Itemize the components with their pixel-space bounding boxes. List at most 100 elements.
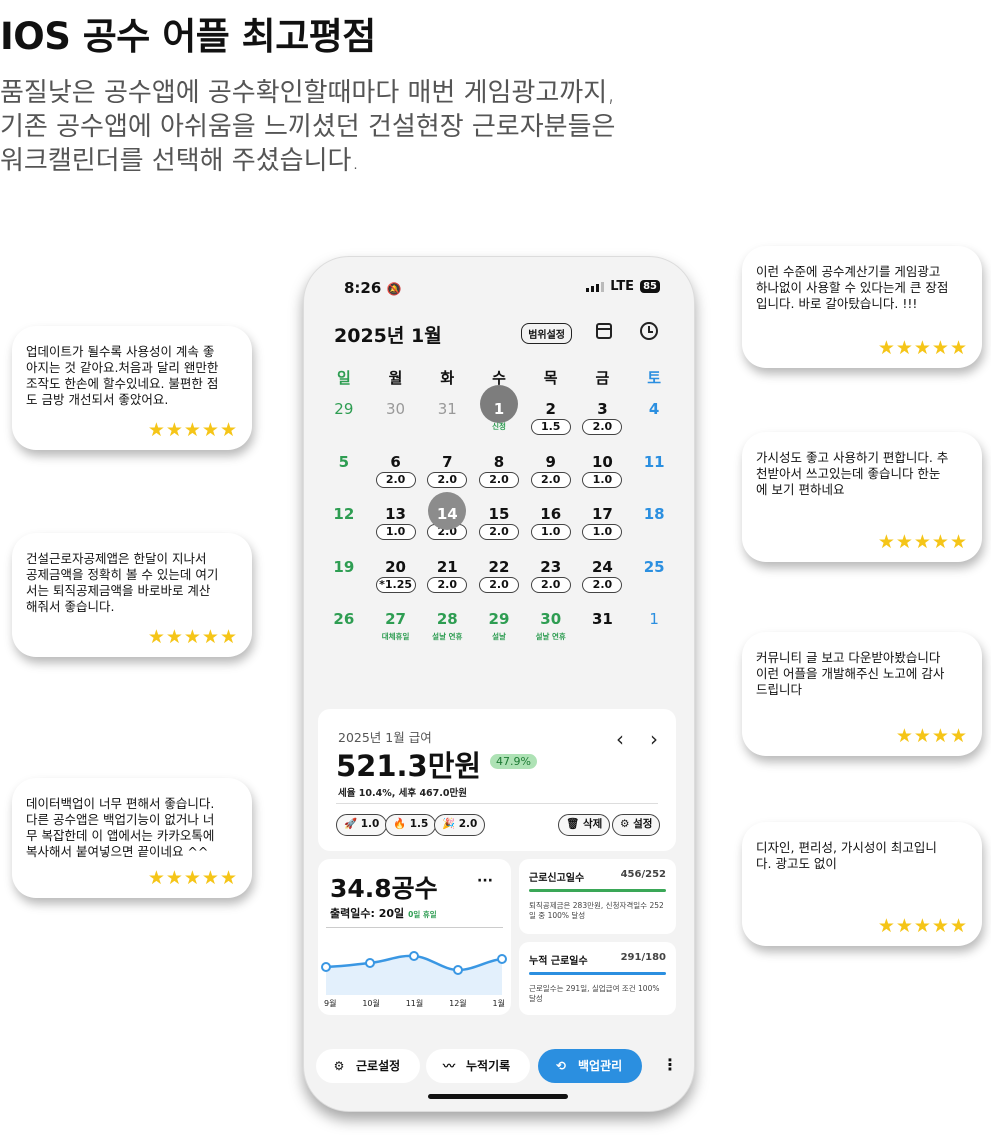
calendar-day[interactable]: 29 <box>318 393 370 446</box>
stat-card-total-days[interactable]: 누적 근로일수 291/180 근로일수는 291일, 실업급여 조건 100%… <box>519 942 676 1015</box>
next-month-icon[interactable]: › <box>650 727 658 751</box>
calendar-month-title[interactable]: 2025년 1월 <box>334 321 442 348</box>
day-number: 1 <box>493 400 505 418</box>
rate-chip[interactable]: 🎉 2.0 <box>434 814 486 836</box>
calendar-day[interactable]: 20 *1.25 <box>370 551 422 604</box>
phone-mockup: 8:26 🔕 LTE 85 2025년 1월 범위설정 일 월 화 수 목 금 … <box>303 256 695 1112</box>
weekday-label: 화 <box>440 369 455 387</box>
day-number: 31 <box>437 400 457 418</box>
status-right: LTE 85 <box>586 279 660 294</box>
stat-card-report-days[interactable]: 근로신고일수 456/252 퇴직공제금은 283만원, 신청자격일수 252일… <box>519 859 676 934</box>
trend-point <box>409 951 419 961</box>
salary-amount: 521.3만원 <box>336 749 482 783</box>
settings-button[interactable]: ⚙ 설정 <box>612 814 661 836</box>
button-label: 누적기록 <box>466 1059 511 1073</box>
calendar-day[interactable]: 24 2.0 <box>577 551 629 604</box>
rate-chip[interactable]: 🚀 1.0 <box>336 814 388 836</box>
gongsu-card[interactable]: 34.8공수 ··· 출력일수: 20일 0일 휴일 9월 10월 11월 12월… <box>318 859 511 1015</box>
status-bar: 8:26 🔕 LTE 85 <box>344 279 660 299</box>
weekday-label: 목 <box>543 369 558 387</box>
calendar-day[interactable]: 31 <box>577 603 629 656</box>
button-label: 근로설정 <box>356 1059 401 1073</box>
calendar-day[interactable]: 12 <box>318 498 370 551</box>
calendar-day[interactable]: 22 2.0 <box>473 551 525 604</box>
calendar-day[interactable]: 29 설날 <box>473 603 525 656</box>
clock-icon[interactable] <box>640 322 658 340</box>
rating-stars-icon: ★★★★ <box>895 725 968 747</box>
calendar-day[interactable]: 30 <box>370 393 422 446</box>
calendar-day[interactable]: 1 <box>628 603 680 656</box>
calendar-day[interactable]: 14 2.0 <box>421 492 473 551</box>
page-headline: IOS 공수 어플 최고평점 <box>0 15 376 58</box>
calendar-day[interactable]: 18 <box>628 498 680 551</box>
gongsu-pill: 1.0 <box>530 524 571 540</box>
salary-percent-badge: 47.9% <box>490 754 537 769</box>
battery-icon: 85 <box>640 280 660 293</box>
gongsu-pill: 2.0 <box>530 471 571 488</box>
day-number: 14 <box>436 505 458 523</box>
calendar-day[interactable]: 4 <box>628 393 680 446</box>
holiday-note: 설날 연휴 <box>432 632 463 641</box>
calendar-day[interactable]: 30 설날 연휴 <box>525 603 577 656</box>
calendar-day[interactable]: 16 1.0 <box>525 498 577 551</box>
delete-button[interactable]: 🗑 삭제 <box>558 814 611 836</box>
subtext-line: 워크캘린더를 선택해 주셨습니다. <box>0 146 360 176</box>
calendar-header: 2025년 1월 범위설정 <box>334 321 668 347</box>
backup-button[interactable]: ⟲ 백업관리 <box>538 1049 642 1083</box>
calendar-day[interactable]: 25 <box>628 551 680 604</box>
calendar-icon[interactable] <box>596 323 612 339</box>
records-button[interactable]: 〰 누적기록 <box>426 1049 530 1083</box>
calendar-day[interactable]: 13 1.0 <box>370 498 422 551</box>
review-text: 데이터백업이 너무 편해서 좋습니다. 다른 공수앱은 백업기능이 없거나 너 … <box>26 796 215 859</box>
bottom-bar: ⚙ 근로설정 〰 누적기록 ⟲ 백업관리 ⋮ <box>316 1049 682 1083</box>
calendar-day[interactable]: 6 2.0 <box>370 446 422 499</box>
calendar-day[interactable]: 2 1.5 <box>525 393 577 446</box>
salary-tax: 세율 10.4%, 세후 467.0만원 <box>338 788 467 799</box>
calendar-day[interactable]: 19 <box>318 551 370 604</box>
prev-month-icon[interactable]: ‹ <box>616 727 624 751</box>
calendar-day[interactable]: 27 대체휴일 <box>370 603 422 656</box>
stat-value: 291/180 <box>620 952 666 963</box>
calendar-day[interactable]: 5 <box>318 446 370 499</box>
trend-point <box>453 965 463 975</box>
calendar-day[interactable]: 3 2.0 <box>577 393 629 446</box>
calendar-day[interactable]: 7 2.0 <box>421 446 473 499</box>
gear-icon: ⚙ <box>333 1059 345 1073</box>
calendar-day[interactable]: 9 2.0 <box>525 446 577 499</box>
rate-chip[interactable]: 🔥 1.5 <box>385 814 437 836</box>
gongsu-pill: 2.0 <box>478 471 519 488</box>
review-card: 업데이트가 될수록 사용성이 계속 좋 아지는 것 같아요.처음과 달리 왠만한… <box>12 326 252 450</box>
calendar-day[interactable]: 8 2.0 <box>473 446 525 499</box>
calendar-day[interactable]: 23 2.0 <box>525 551 577 604</box>
review-card: 데이터백업이 너무 편해서 좋습니다. 다른 공수앱은 백업기능이 없거나 너 … <box>12 778 252 898</box>
gongsu-pill: 2.0 <box>427 576 468 593</box>
calendar-day[interactable]: 26 <box>318 603 370 656</box>
range-setting-button[interactable]: 범위설정 <box>521 323 572 344</box>
work-days: 출력일수: 20일 0일 휴일 <box>330 905 437 921</box>
day-number: 17 <box>591 505 613 523</box>
chip-label: 1.0 <box>360 818 380 830</box>
calendar-day[interactable]: 15 2.0 <box>473 498 525 551</box>
calendar-day[interactable]: 11 <box>628 446 680 499</box>
subtext-line: 품질낮은 공수앱에 공수확인할때마다 매번 게임광고까지, <box>0 78 616 108</box>
calendar-day[interactable]: 21 2.0 <box>421 551 473 604</box>
calendar-day[interactable]: 28 설날 연휴 <box>421 603 473 656</box>
day-number: 11 <box>643 452 665 471</box>
more-vertical-icon[interactable]: ⋮ <box>662 1055 678 1074</box>
page-subtext: 품질낮은 공수앱에 공수확인할때마다 매번 게임광고까지, 기존 공수앱에 아쉬… <box>0 76 760 178</box>
gongsu-pill: 2.0 <box>427 471 468 488</box>
calendar-day[interactable]: 31 <box>421 393 473 446</box>
day-number: 8 <box>493 452 505 471</box>
rating-stars-icon: ★★★★★ <box>877 531 968 553</box>
home-indicator <box>428 1094 568 1099</box>
weekday-label: 월 <box>388 369 403 387</box>
more-dots-icon[interactable]: ··· <box>477 873 493 889</box>
review-text: 업데이트가 될수록 사용성이 계속 좋 아지는 것 같아요.처음과 달리 왠만한… <box>26 344 219 407</box>
calendar-day[interactable]: 10 1.0 <box>577 446 629 499</box>
calendar-day[interactable]: 1 신정 <box>473 385 525 446</box>
day-number: 29 <box>334 400 354 418</box>
chip-label: 1.5 <box>409 818 429 830</box>
work-settings-button[interactable]: ⚙ 근로설정 <box>316 1049 420 1083</box>
gear-icon: ⚙ <box>620 818 630 830</box>
calendar-day[interactable]: 17 1.0 <box>577 498 629 551</box>
